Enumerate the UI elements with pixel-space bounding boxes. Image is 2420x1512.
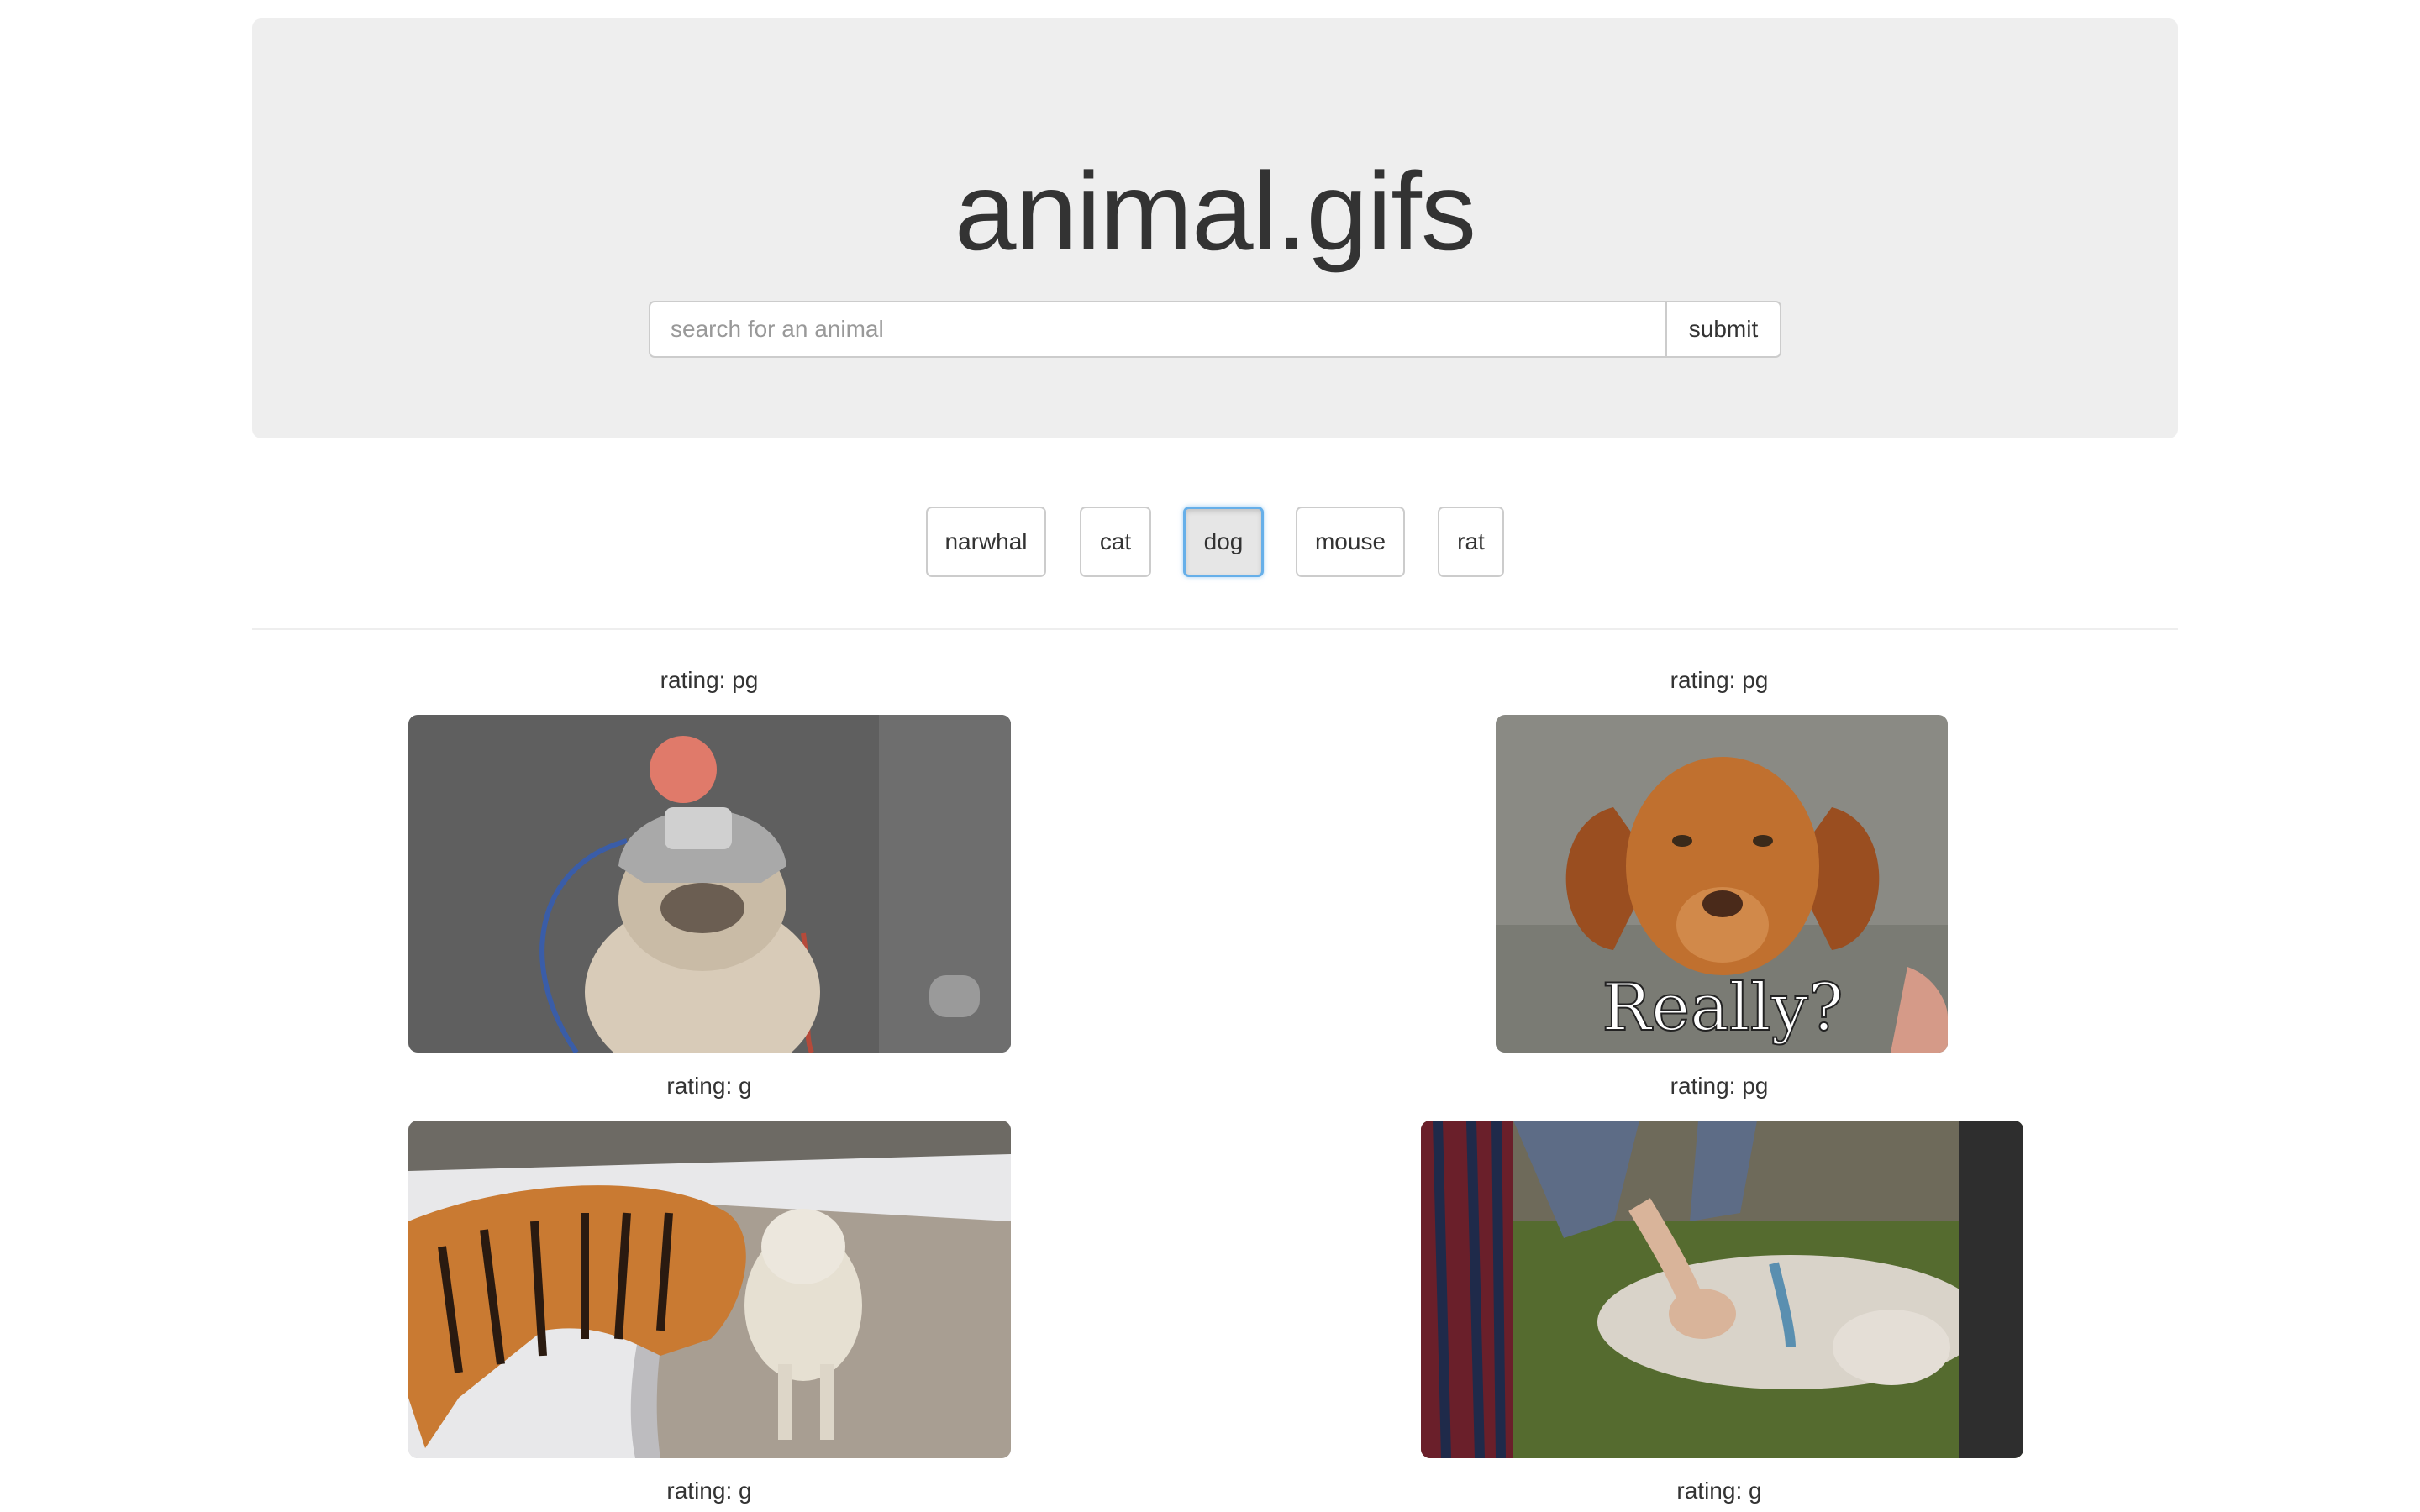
dog-belly-rub-image	[1421, 1121, 2023, 1458]
gif-caption: Really?	[1602, 970, 1843, 1046]
search-input[interactable]	[649, 301, 1665, 358]
divider	[252, 628, 2178, 630]
filter-button-mouse[interactable]: mouse	[1296, 507, 1405, 577]
filter-button-narwhal[interactable]: narwhal	[926, 507, 1046, 577]
gif-bulldog-helmet[interactable]	[408, 715, 1011, 1053]
bulldog-helmet-image	[408, 715, 1011, 1053]
gif-dog-belly-rub[interactable]	[1421, 1121, 2023, 1458]
tiger-and-dog-image	[408, 1121, 1011, 1458]
gif-rating-label: rating: g	[666, 1478, 752, 1504]
submit-button[interactable]: submit	[1665, 301, 1781, 358]
filter-button-dog[interactable]: dog	[1183, 507, 1264, 577]
gif-tiger-and-dog[interactable]	[408, 1121, 1011, 1458]
gif-rating-label: rating: pg	[660, 667, 759, 693]
gif-rating-label: rating: g	[666, 1073, 752, 1099]
filter-button-rat[interactable]: rat	[1438, 507, 1504, 577]
filter-button-cat[interactable]: cat	[1080, 507, 1151, 577]
header-jumbotron: animal.gifs submit	[252, 18, 2178, 438]
page-title: animal.gifs	[955, 150, 1476, 273]
gif-rating-label: rating: pg	[1670, 1073, 1769, 1099]
gif-puppy-really[interactable]: Really?	[1496, 715, 1948, 1053]
search-form: submit	[649, 301, 1781, 358]
puppy-really-image: Really?	[1496, 715, 1948, 1053]
gif-rating-label: rating: pg	[1670, 667, 1769, 693]
animal-filter-buttons: narwhal cat dog mouse rat	[0, 507, 2420, 577]
gif-rating-label: rating: g	[1676, 1478, 1762, 1504]
